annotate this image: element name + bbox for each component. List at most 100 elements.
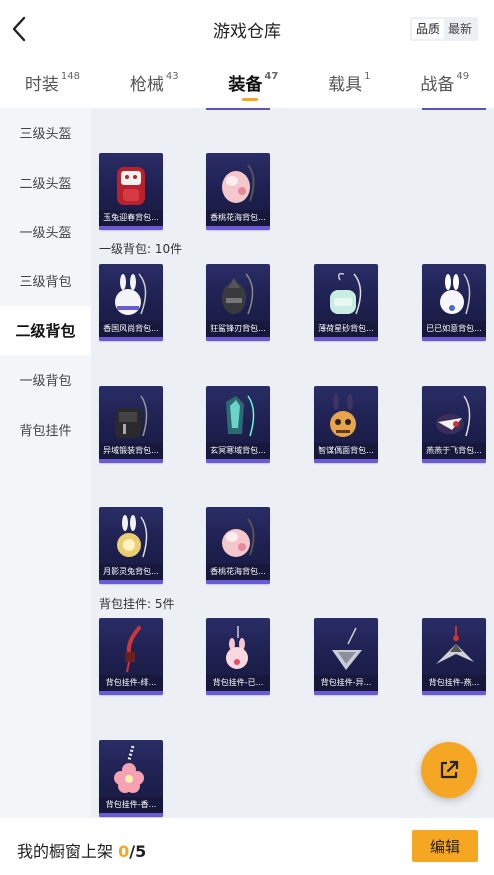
card-edge: [206, 108, 270, 110]
item-card[interactable]: 月影灵兔背包...: [99, 507, 163, 584]
item-card[interactable]: 玉兔迎春背包...: [99, 153, 163, 230]
section-heading: 背包挂件: 5件: [99, 597, 175, 611]
active-tab-indicator: [242, 98, 259, 101]
dark-shark-backpack-icon: [222, 273, 254, 315]
mask-backpack-icon: [330, 394, 356, 437]
sidebar-item-level1-helmet[interactable]: 一级头盔: [0, 207, 91, 256]
item-caption: 背包挂件-异...: [314, 675, 378, 691]
rarity-bar: [206, 226, 270, 230]
item-card[interactable]: 背包挂件-香...: [99, 740, 163, 817]
rarity-bar: [99, 337, 163, 341]
item-card[interactable]: 狂鲨锋刃背包...: [206, 264, 270, 341]
tab-count: 47: [264, 71, 279, 83]
rarity-bar: [422, 691, 486, 695]
sort-quality-button[interactable]: 品质: [411, 19, 444, 39]
item-grid: 玉兔迎春背包... 香桃花海背包... 一级背包: 10件 香国风尚背包... …: [91, 108, 494, 818]
silver-pendant-charm-icon: [332, 627, 362, 670]
red-sword-charm-icon: [125, 626, 141, 673]
red-white-backpack-icon: [117, 167, 145, 205]
sidebar-item-level3-backpack[interactable]: 三级背包: [0, 256, 91, 305]
item-card[interactable]: 已已如意背包...: [422, 264, 486, 341]
item-card[interactable]: 玄冥寒域背包...: [206, 386, 270, 463]
rarity-bar: [99, 226, 163, 230]
item-caption: 玄冥寒域背包...: [206, 443, 270, 459]
swallow-backpack-icon: [436, 395, 471, 437]
tab-label: 装备: [228, 75, 263, 95]
pink-backpack-icon: [222, 518, 255, 557]
pink-rabbit-charm-icon: [226, 626, 248, 669]
item-caption: 狂鲨锋刃背包...: [206, 321, 270, 337]
sidebar-item-level2-helmet[interactable]: 二级头盔: [0, 157, 91, 206]
item-caption: 月影灵兔背包...: [99, 564, 163, 580]
rarity-bar: [314, 337, 378, 341]
rarity-bar: [99, 813, 163, 817]
item-caption: 玉兔迎春背包...: [99, 210, 163, 226]
external-link-icon: [440, 760, 459, 779]
sidebar-item-level1-backpack[interactable]: 一级背包: [0, 355, 91, 404]
item-caption: 背包挂件-燕...: [422, 675, 486, 691]
sidebar: 三级头盔 二级头盔 一级头盔 三级背包 二级背包 一级背包 背包挂件: [0, 108, 91, 818]
rarity-bar: [99, 691, 163, 695]
item-card[interactable]: 香桃花海背包...: [206, 507, 270, 584]
tab-label: 时装: [24, 75, 59, 95]
tab-supplies[interactable]: 战备 49: [420, 70, 469, 95]
footer-bar: 我的橱窗上架 0/5 编辑: [0, 818, 494, 875]
rarity-bar: [206, 459, 270, 463]
item-card[interactable]: 背包挂件-已...: [206, 618, 270, 695]
sidebar-item-level3-helmet[interactable]: 三级头盔: [0, 108, 91, 157]
item-caption: 薄荷星砂背包...: [314, 321, 378, 337]
edit-button[interactable]: 编辑: [412, 830, 478, 862]
tab-label: 战备: [420, 75, 455, 95]
tab-label: 枪械: [129, 75, 164, 95]
item-card[interactable]: 香国风尚背包...: [99, 264, 163, 341]
sort-toggle: 品质 最新: [409, 17, 478, 41]
item-caption: 异域锻装背包...: [99, 443, 163, 459]
header: 游戏仓库 品质 最新: [0, 0, 494, 58]
black-armor-backpack-icon: [115, 395, 148, 438]
item-caption: 背包挂件-已...: [206, 675, 270, 691]
peach-blossom-charm-icon: [114, 745, 144, 793]
item-card[interactable]: 背包挂件-绯...: [99, 618, 163, 695]
item-caption: 香桃花海背包...: [206, 210, 270, 226]
sort-newest-button[interactable]: 最新: [444, 19, 476, 39]
item-card[interactable]: 背包挂件-燕...: [422, 618, 486, 695]
tab-fashion[interactable]: 时装 148: [25, 70, 80, 95]
item-card[interactable]: 智谋偶面背包...: [314, 386, 378, 463]
item-card[interactable]: 香桃花海背包...: [206, 153, 270, 230]
card-edge: [422, 108, 486, 110]
category-tabs: 时装 148 枪械 43 装备 47 载具 1 战备 49: [0, 58, 494, 106]
tab-label: 载具: [328, 75, 363, 95]
rarity-bar: [206, 580, 270, 584]
item-caption: 背包挂件-绯...: [99, 675, 163, 691]
share-button[interactable]: [421, 742, 477, 798]
teal-ice-backpack-icon: [226, 395, 255, 437]
tab-count: 148: [60, 71, 80, 83]
pink-backpack-icon: [222, 164, 255, 203]
item-card[interactable]: 燕燕于飞背包...: [422, 386, 486, 463]
showcase-current-count: 0: [118, 842, 130, 861]
sidebar-item-level2-backpack[interactable]: 二级背包: [0, 305, 91, 355]
tab-firearms[interactable]: 枪械 43: [130, 70, 179, 95]
swallow-charm-icon: [436, 626, 474, 664]
rarity-bar: [99, 459, 163, 463]
tab-count: 43: [165, 71, 179, 83]
rarity-bar: [314, 459, 378, 463]
item-card[interactable]: 薄荷星砂背包...: [314, 264, 378, 341]
showcase-label: 我的橱窗上架: [17, 842, 114, 861]
tab-equipment[interactable]: 装备 47: [228, 70, 279, 101]
item-caption: 智谋偶面背包...: [314, 443, 378, 459]
rarity-bar: [422, 459, 486, 463]
tab-count: 1: [364, 71, 371, 83]
rarity-bar: [99, 580, 163, 584]
item-card[interactable]: 背包挂件-异...: [314, 618, 378, 695]
showcase-total-count: /5: [129, 842, 147, 861]
rarity-bar: [206, 337, 270, 341]
rarity-bar: [206, 691, 270, 695]
item-caption: 背包挂件-香...: [99, 797, 163, 813]
item-card[interactable]: 异域锻装背包...: [99, 386, 163, 463]
tab-vehicles[interactable]: 载具 1: [328, 70, 370, 95]
section-heading: 一级背包: 10件: [99, 242, 183, 256]
item-caption: 已已如意背包...: [422, 321, 486, 337]
sidebar-item-backpack-charm[interactable]: 背包挂件: [0, 404, 91, 453]
tab-count: 49: [456, 71, 470, 83]
